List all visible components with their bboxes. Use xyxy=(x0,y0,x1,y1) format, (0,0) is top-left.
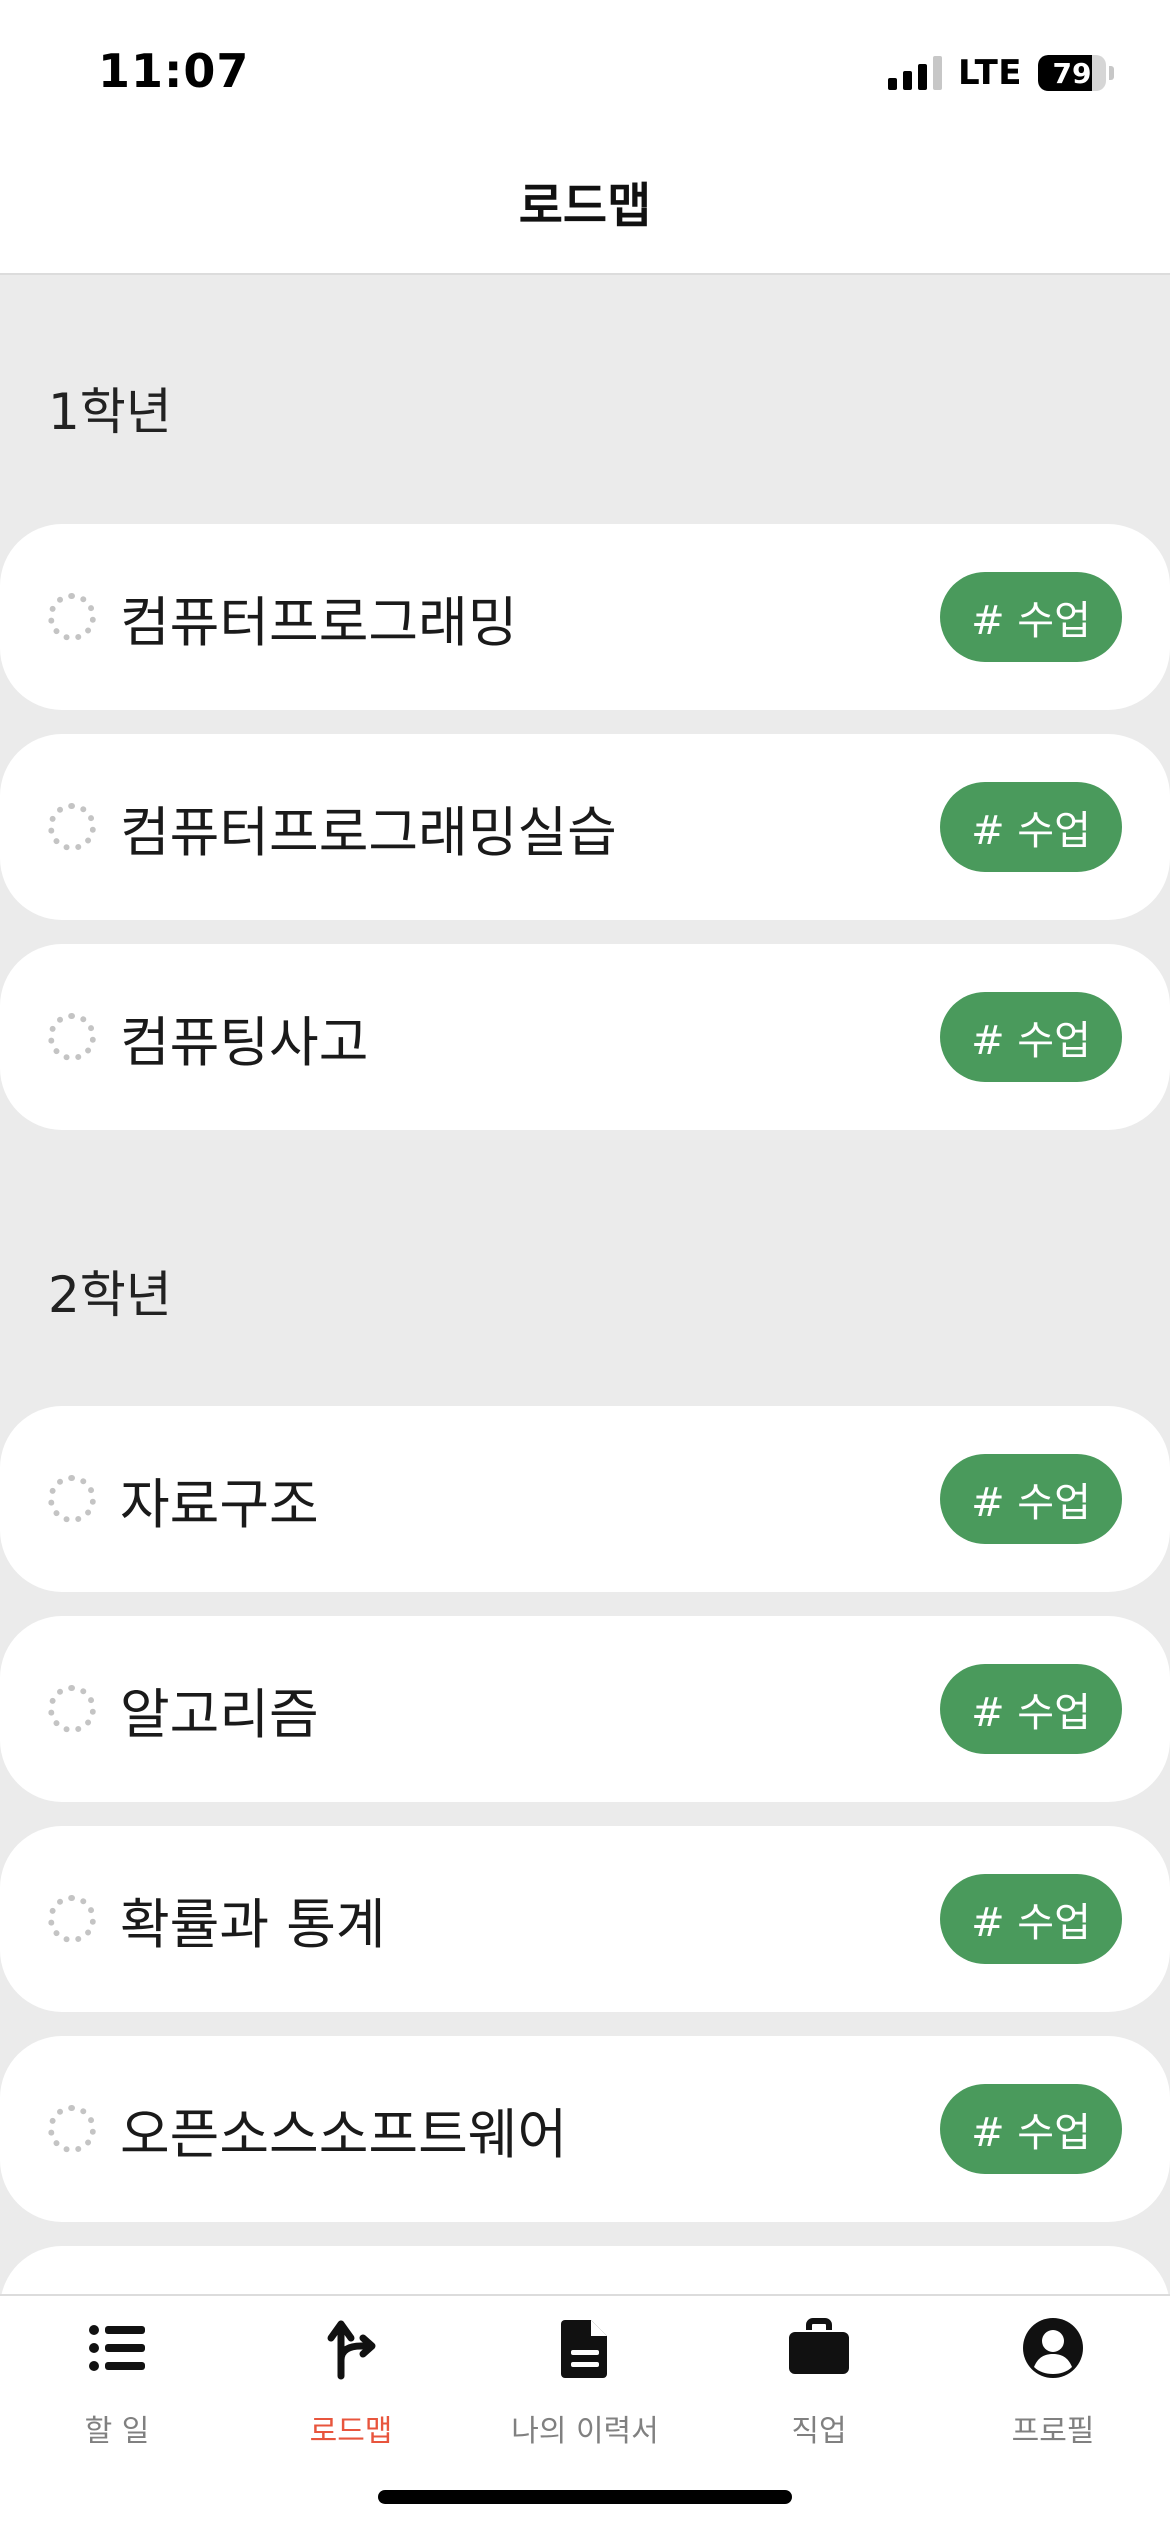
roadmap-item-label: 컴퓨터프로그래밍 xyxy=(120,590,518,654)
tab-label: 로드맵 xyxy=(309,2414,393,2449)
tab-label: 프로필 xyxy=(1011,2414,1095,2449)
loading-spinner-icon xyxy=(48,803,96,851)
tab-label: 직업 xyxy=(791,2414,847,2449)
class-tag[interactable]: # 수업 xyxy=(940,1454,1122,1544)
tab-label: 할 일 xyxy=(84,2414,150,2449)
roadmap-item[interactable]: 오픈소스소프트웨어 # 수업 xyxy=(0,2036,1170,2222)
loading-spinner-icon xyxy=(48,593,96,641)
class-tag[interactable]: # 수업 xyxy=(940,572,1122,662)
roadmap-item[interactable]: 컴퓨팅사고 # 수업 xyxy=(0,944,1170,1130)
status-time: 11:07 xyxy=(98,44,250,98)
class-tag[interactable]: # 수업 xyxy=(940,782,1122,872)
roadmap-item[interactable]: 자료구조 # 수업 xyxy=(0,1406,1170,1592)
roadmap-item-label: 알고리즘 xyxy=(120,1682,319,1746)
tab-resume[interactable]: 나의 이력서 xyxy=(468,2316,702,2466)
loading-spinner-icon xyxy=(48,2105,96,2153)
section-title-grade-2: 2학년 xyxy=(48,1266,172,1324)
tab-jobs[interactable]: 직업 xyxy=(702,2316,936,2466)
tab-label: 나의 이력서 xyxy=(511,2414,659,2449)
roadmap-item[interactable]: 확률과 통계 # 수업 xyxy=(0,1826,1170,2012)
loading-spinner-icon xyxy=(48,1895,96,1943)
loading-spinner-icon xyxy=(48,1013,96,1061)
tab-roadmap[interactable]: 로드맵 xyxy=(234,2316,468,2466)
route-icon xyxy=(327,2320,376,2380)
briefcase-icon xyxy=(789,2318,849,2374)
loading-spinner-icon xyxy=(48,1685,96,1733)
roadmap-item-label: 컴퓨팅사고 xyxy=(120,1010,369,1074)
document-icon xyxy=(561,2320,607,2378)
battery-percent: 79 xyxy=(1052,56,1092,90)
class-tag[interactable]: # 수업 xyxy=(940,1874,1122,1964)
status-bar: 11:07 LTE 79 xyxy=(0,0,1170,140)
status-indicators: LTE 79 xyxy=(888,50,1114,96)
nav-header: 로드맵 xyxy=(0,140,1170,275)
roadmap-item[interactable]: 컴퓨터프로그래밍실습 # 수업 xyxy=(0,734,1170,920)
signal-icon xyxy=(888,56,943,90)
roadmap-item[interactable]: 알고리즘 # 수업 xyxy=(0,1616,1170,1802)
loading-spinner-icon xyxy=(48,1475,96,1523)
roadmap-item-label: 컴퓨터프로그래밍실습 xyxy=(120,800,617,864)
roadmap-item[interactable]: 컴퓨터프로그래밍 # 수업 xyxy=(0,524,1170,710)
roadmap-item-label: 확률과 통계 xyxy=(120,1892,386,1956)
list-icon xyxy=(89,2325,145,2371)
section-title-grade-1: 1학년 xyxy=(48,383,172,441)
network-label: LTE xyxy=(958,53,1022,93)
roadmap-item-label: 오픈소스소프트웨어 xyxy=(120,2102,568,2166)
battery-icon: 79 xyxy=(1038,55,1106,91)
tab-todo[interactable]: 할 일 xyxy=(0,2316,234,2466)
user-circle-icon xyxy=(1023,2318,1083,2378)
battery-nub xyxy=(1109,66,1114,80)
class-tag[interactable]: # 수업 xyxy=(940,992,1122,1082)
class-tag[interactable]: # 수업 xyxy=(940,1664,1122,1754)
tab-profile[interactable]: 프로필 xyxy=(936,2316,1170,2466)
page-title: 로드맵 xyxy=(518,177,652,234)
class-tag[interactable]: # 수업 xyxy=(940,2084,1122,2174)
roadmap-item-label: 자료구조 xyxy=(120,1472,319,1536)
home-indicator xyxy=(378,2490,792,2504)
app-root: 11:07 LTE 79 로드맵 1학년 컴퓨터프로그래밍 # 수업 컴퓨터프로 xyxy=(0,0,1170,2532)
